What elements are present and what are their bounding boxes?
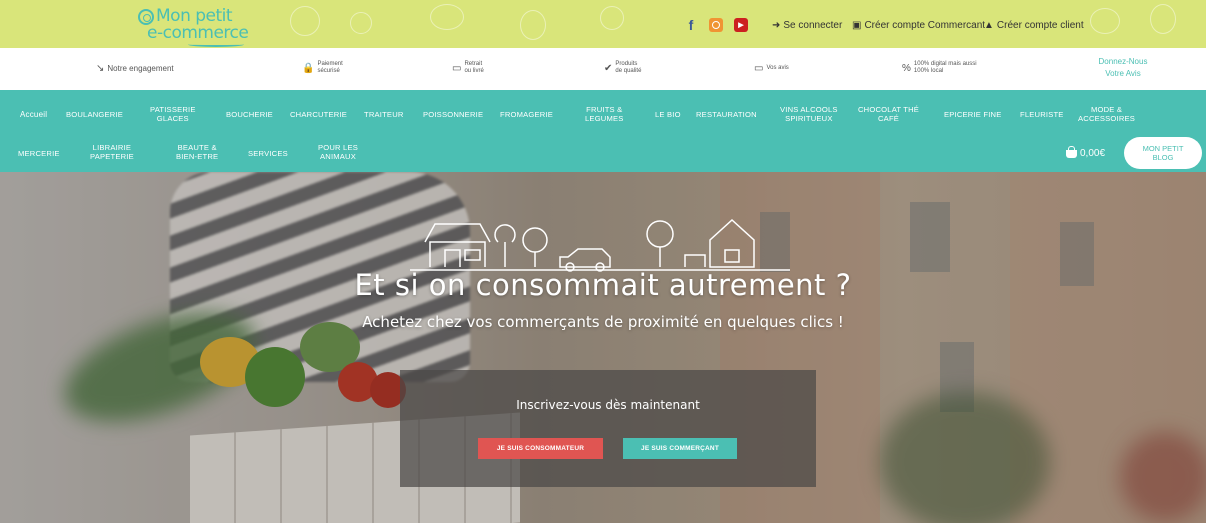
- give-review-link[interactable]: Donnez-Nous Votre Avis: [1086, 56, 1160, 80]
- instagram-icon[interactable]: [709, 18, 723, 32]
- logo-swoosh: [188, 42, 244, 47]
- feature-engagement[interactable]: ↘ Notre engagement: [96, 63, 174, 74]
- nav-item-poissonnerie[interactable]: POISSONNERIE: [423, 110, 483, 119]
- create-client-account-label: Créer compte client: [996, 20, 1084, 31]
- login-link[interactable]: ➜ Se connecter: [772, 20, 842, 31]
- feature-quality: ✔ Produits de qualité: [604, 61, 641, 75]
- nav-item-patisserie[interactable]: PATISSERIE GLACES: [150, 105, 196, 123]
- hero-banner: Et si on consommait autrement ? Achetez …: [0, 172, 1206, 523]
- percent-icon: %: [902, 62, 911, 74]
- feature-label: Vos avis: [766, 65, 789, 71]
- nav-item-restauration[interactable]: RESTAURATION: [696, 110, 757, 119]
- nav-item-fruits-legumes[interactable]: FRUITS & LEGUMES: [585, 105, 624, 123]
- chat-bubble-icon: ▭: [754, 63, 764, 74]
- nav-item-fromagerie[interactable]: FROMAGERIE: [500, 110, 553, 119]
- give-review-line2: Votre Avis: [1105, 69, 1141, 78]
- nav-item-beaute-bien-etre[interactable]: BEAUTE & BIEN-ETRE: [176, 143, 218, 161]
- decorative-doodle: [1090, 8, 1120, 34]
- nav-item-mode-accessoires[interactable]: MODE & ACCESSOIRES: [1078, 105, 1135, 123]
- logo-line2: e-commerce: [147, 23, 249, 43]
- feature-label: Notre engagement: [107, 64, 174, 73]
- decorative-doodle: [520, 10, 546, 40]
- feature-pickup-delivery: ▭ Retrait ou livré: [452, 61, 484, 75]
- user-icon: ▲: [984, 20, 994, 31]
- signup-panel: Inscrivez-vous dès maintenant JE SUIS CO…: [400, 370, 816, 487]
- lock-icon: ▣: [852, 20, 862, 31]
- feature-label: Paiement sécurisé: [317, 61, 343, 74]
- cart-button[interactable]: 0,00€: [1066, 145, 1106, 159]
- nav-item-vins-alcools[interactable]: VINS ALCOOLS SPIRITUEUX: [780, 105, 838, 123]
- nav-item-fleuriste[interactable]: FLEURISTE: [1020, 110, 1064, 119]
- feature-payment: 🔒 Paiement sécurisé: [302, 61, 343, 75]
- feature-label: Retrait ou livré: [464, 61, 484, 74]
- create-client-account-link[interactable]: ▲ Créer compte client: [984, 20, 1084, 31]
- feature-label: Produits de qualité: [615, 61, 642, 74]
- login-link-label: Se connecter: [783, 20, 843, 31]
- cart-total: 0,00€: [1080, 148, 1106, 159]
- nav-item-le-bio[interactable]: LE BIO: [655, 110, 681, 119]
- nav-item-boucherie[interactable]: BOUCHERIE: [226, 110, 273, 119]
- feature-label: 100% digital mais aussi 100% local: [913, 61, 977, 74]
- create-merchant-account-label: Créer compte Commercant: [864, 20, 986, 31]
- nav-item-mercerie[interactable]: MERCERIE: [18, 149, 60, 158]
- give-review-line1: Donnez-Nous: [1098, 57, 1148, 66]
- checkmark-icon: ✔: [604, 62, 613, 74]
- delivery-truck-icon: ▭: [452, 62, 462, 74]
- town-illustration: [410, 218, 790, 272]
- hero-subtitle: Achetez chez vos commerçants de proximit…: [362, 313, 844, 331]
- arrow-curve-icon: ↘: [96, 63, 105, 74]
- create-merchant-account-link[interactable]: ▣ Créer compte Commercant: [852, 20, 985, 31]
- signup-prompt: Inscrivez-vous dès maintenant: [516, 398, 700, 412]
- shopping-basket-icon: [1066, 145, 1077, 158]
- lock-icon: 🔒: [302, 62, 315, 74]
- youtube-icon[interactable]: ▶: [734, 18, 748, 32]
- decorative-doodle: [290, 6, 320, 36]
- nav-item-traiteur[interactable]: TRAITEUR: [364, 110, 404, 119]
- decorative-doodle: [430, 4, 464, 30]
- decorative-doodle: [350, 12, 372, 34]
- nav-item-charcuterie[interactable]: CHARCUTERIE: [290, 110, 347, 119]
- decorative-doodle: [600, 6, 624, 30]
- decorative-doodle: [1150, 4, 1176, 34]
- nav-item-chocolat-the-cafe[interactable]: CHOCOLAT THÉ CAFÉ: [858, 105, 919, 123]
- feature-local: % 100% digital mais aussi 100% local: [902, 61, 977, 75]
- blog-button[interactable]: MON PETIT BLOG: [1124, 137, 1202, 169]
- features-strip: ↘ Notre engagement 🔒 Paiement sécurisé ▭…: [0, 48, 1206, 90]
- nav-item-home[interactable]: Accueil: [20, 110, 47, 119]
- site-logo[interactable]: Mon petit e-commerce: [138, 5, 249, 47]
- merchant-signup-button[interactable]: JE SUIS COMMERÇANT: [623, 438, 737, 459]
- nav-item-pour-les-animaux[interactable]: POUR LES ANIMAUX: [318, 143, 358, 161]
- category-nav: Accueil BOULANGERIE PATISSERIE GLACES BO…: [0, 90, 1206, 172]
- top-bar: Mon petit e-commerce f ▶ ➜ Se connecter …: [0, 0, 1206, 48]
- consumer-signup-button[interactable]: JE SUIS CONSOMMATEUR: [478, 438, 603, 459]
- feature-reviews[interactable]: ▭ Vos avis: [754, 63, 789, 74]
- hero-title: Et si on consommait autrement ?: [354, 268, 852, 302]
- login-arrow-icon: ➜: [772, 20, 781, 31]
- nav-item-librairie-papeterie[interactable]: LIBRAIRIE PAPETERIE: [90, 143, 134, 161]
- nav-item-services[interactable]: SERVICES: [248, 149, 288, 158]
- facebook-icon[interactable]: f: [684, 17, 698, 33]
- nav-item-epicerie-fine[interactable]: EPICERIE FINE: [944, 110, 1001, 119]
- nav-item-boulangerie[interactable]: BOULANGERIE: [66, 110, 123, 119]
